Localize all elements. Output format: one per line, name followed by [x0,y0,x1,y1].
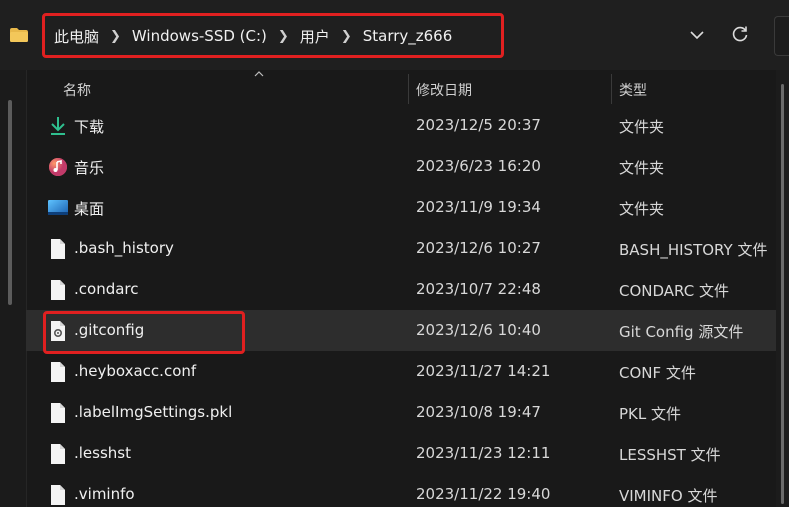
download-folder-icon [51,117,65,135]
file-type: LESSHST 文件 [619,446,721,464]
file-modified: 2023/6/23 16:20 [416,157,541,175]
file-icon [51,444,65,464]
address-toolbar: 此电脑 ❯ Windows-SSD (C:) ❯ 用户 ❯ Starry_z66… [0,0,789,70]
file-icon [51,280,65,300]
file-icon [51,485,65,505]
column-header-type[interactable]: 类型 [619,80,647,100]
file-icon [51,403,65,423]
file-modified: 2023/11/27 14:21 [416,362,551,380]
column-header-modified[interactable]: 修改日期 [416,80,472,100]
file-type: VIMINFO 文件 [619,487,718,505]
file-modified: 2023/10/7 22:48 [416,280,541,298]
file-type: 文件夹 [619,159,665,177]
file-modified: 2023/12/6 10:27 [416,239,541,257]
file-type: CONDARC 文件 [619,282,729,300]
file-modified: 2023/12/6 10:40 [416,321,541,339]
folder-icon [10,28,28,42]
file-type: 文件夹 [619,118,665,136]
file-modified: 2023/10/8 19:47 [416,403,541,421]
file-modified: 2023/12/5 20:37 [416,116,541,134]
scrollbar-thumb[interactable] [781,84,784,504]
file-type: PKL 文件 [619,405,682,423]
file-name: .heyboxacc.conf [74,362,197,380]
navigation-pane-scrollbar[interactable] [8,100,12,305]
file-row[interactable]: .lesshst 2023/11/23 12:11 LESSHST 文件 [26,433,776,474]
file-list-scrollbar[interactable] [776,70,789,507]
file-name: .bash_history [74,239,174,257]
column-divider[interactable] [611,74,612,104]
file-name: 音乐 [74,159,105,177]
file-modified: 2023/11/9 19:34 [416,198,541,216]
file-modified: 2023/11/23 12:11 [416,444,551,462]
file-name: .lesshst [74,444,131,462]
file-name: .gitconfig [74,321,145,339]
file-row[interactable]: .labelImgSettings.pkl 2023/10/8 19:47 PK… [26,392,776,433]
file-row[interactable]: 桌面 2023/11/9 19:34 文件夹 [26,187,776,228]
file-modified: 2023/11/22 19:40 [416,485,551,503]
navigation-pane-edge [0,70,27,507]
chevron-down-icon[interactable] [686,26,708,44]
search-box[interactable] [774,16,789,56]
address-bar-highlight[interactable] [42,13,504,58]
file-row[interactable]: 下载 2023/12/5 20:37 文件夹 [26,105,776,146]
file-name: .labelImgSettings.pkl [74,403,233,421]
sort-ascending-icon[interactable] [254,71,264,77]
file-type: Git Config 源文件 [619,323,744,341]
file-type: 文件夹 [619,200,665,218]
desktop-folder-icon [48,200,68,215]
file-type: BASH_HISTORY 文件 [619,241,768,259]
file-row-selected[interactable]: .gitconfig 2023/12/6 10:40 Git Config 源文… [26,310,776,351]
file-row[interactable]: 音乐 2023/6/23 16:20 文件夹 [26,146,776,187]
column-divider[interactable] [408,74,409,104]
file-name: .condarc [74,280,139,298]
file-row[interactable]: .bash_history 2023/12/6 10:27 BASH_HISTO… [26,228,776,269]
file-name: 桌面 [74,200,105,218]
file-row[interactable]: .viminfo 2023/11/22 19:40 VIMINFO 文件 [26,474,776,507]
file-row[interactable]: .condarc 2023/10/7 22:48 CONDARC 文件 [26,269,776,310]
refresh-icon[interactable] [730,24,750,44]
column-header: 名称 修改日期 类型 [26,70,789,106]
file-name: 下载 [74,118,105,136]
column-header-name[interactable]: 名称 [63,80,91,100]
file-icon [51,239,65,259]
file-name: .viminfo [74,485,135,503]
file-type: CONF 文件 [619,364,696,382]
music-folder-icon [49,158,67,176]
config-file-icon [51,321,65,341]
file-row[interactable]: .heyboxacc.conf 2023/11/27 14:21 CONF 文件 [26,351,776,392]
file-icon [51,362,65,382]
